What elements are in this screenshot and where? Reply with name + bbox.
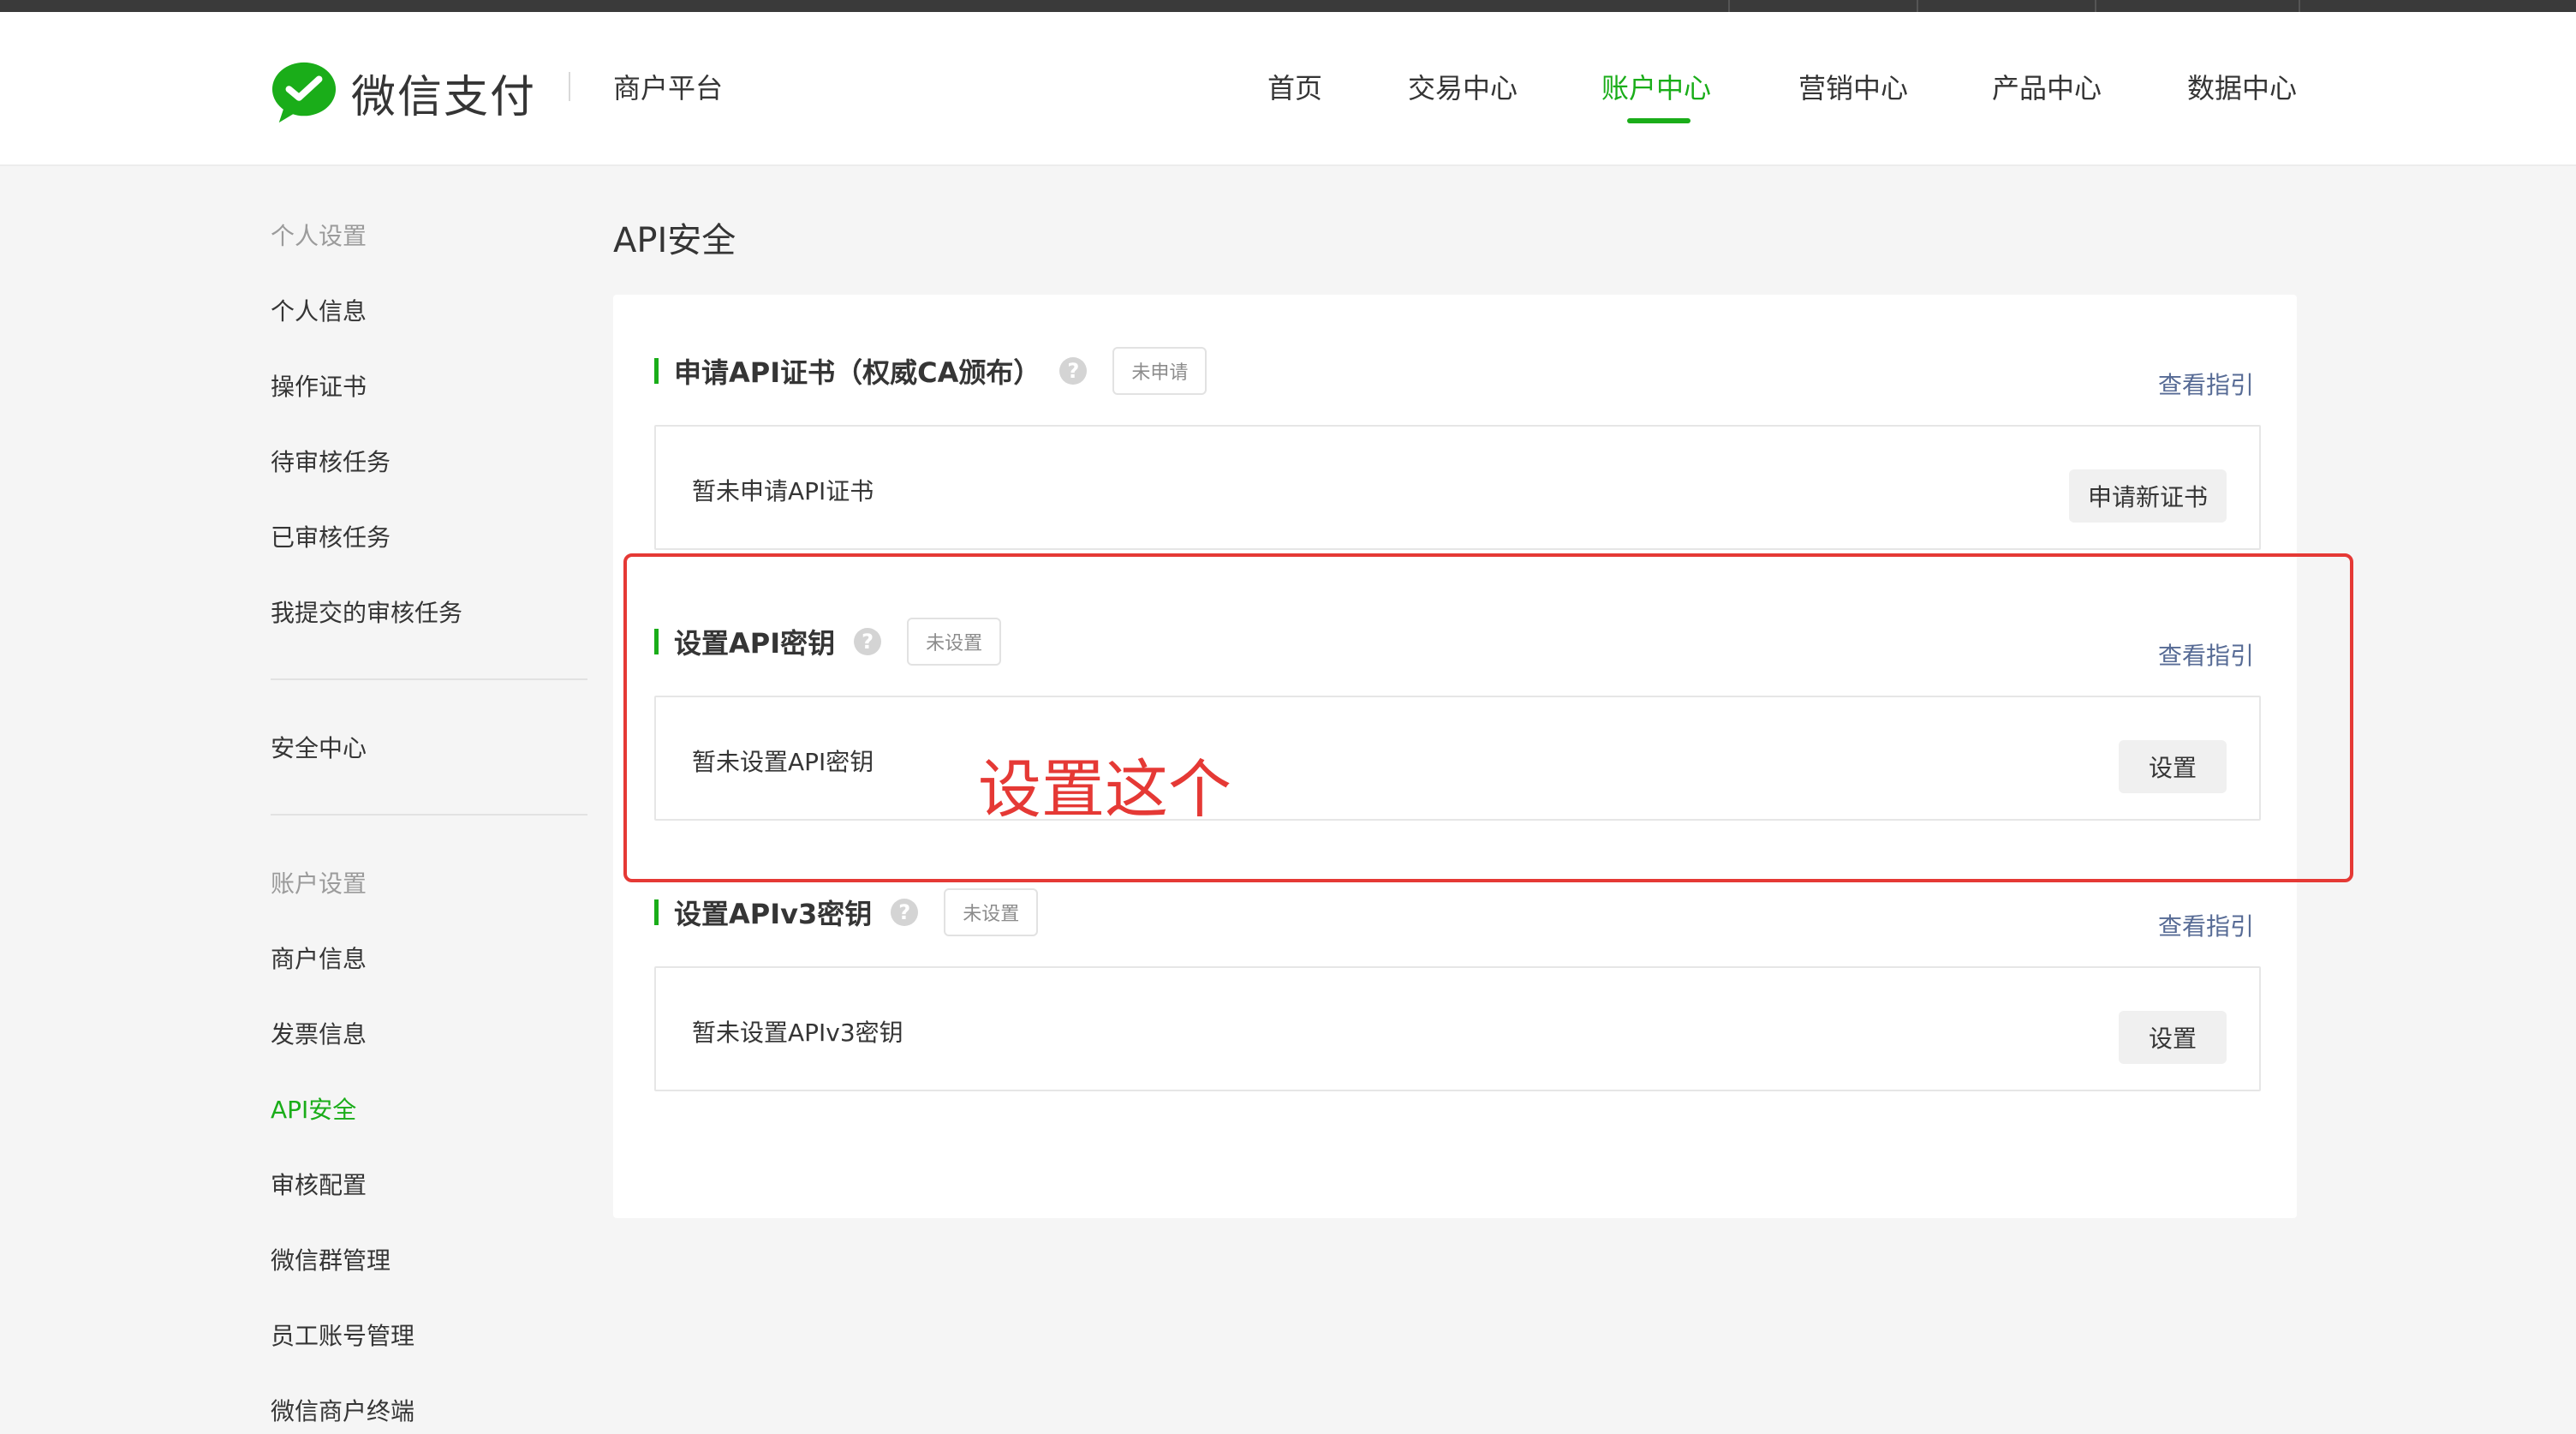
top-strip-divider [2095,0,2096,12]
status-badge: 未申请 [1112,347,1208,395]
sidebar-item-staff-accounts[interactable]: 员工账号管理 [271,1317,414,1352]
sidebar-group-account: 账户设置 [271,869,367,898]
sidebar-item-invoice-info[interactable]: 发票信息 [271,1016,367,1050]
nav-item-transactions[interactable]: 交易中心 [1408,67,1518,106]
api-cert-message: 暂未申请API证书 [692,477,874,505]
sidebar-divider [271,678,587,680]
page-title: API安全 [613,221,736,260]
nav-item-products[interactable]: 产品中心 [1992,67,2102,106]
api-cert-box: 暂未申请API证书 申请新证书 [654,425,2261,550]
apiv3-key-box: 暂未设置APIv3密钥 设置 [654,966,2261,1091]
top-strip-divider [1728,0,1730,12]
sidebar-item-wechat-group[interactable]: 微信群管理 [271,1242,391,1276]
status-badge: 未设置 [944,888,1039,936]
sidebar-item-review-config[interactable]: 审核配置 [271,1167,367,1201]
nav-active-indicator [1627,118,1690,123]
section-accent-bar [654,899,659,925]
sidebar-item-pending-review[interactable]: 待审核任务 [271,444,391,478]
apiv3-key-message: 暂未设置APIv3密钥 [692,1019,903,1047]
sidebar-item-security-center[interactable]: 安全中心 [271,730,367,764]
annotation-text: 设置这个 [978,753,1231,827]
sidebar-item-operation-cert[interactable]: 操作证书 [271,368,367,403]
section-header-api-cert: 申请API证书（权威CA颁布） ? 未申请 [654,347,1208,395]
annotation-highlight-box [623,553,2353,882]
view-guide-link[interactable]: 查看指引 [2158,908,2254,942]
set-apiv3-key-button[interactable]: 设置 [2119,1011,2227,1064]
sidebar-item-personal-info[interactable]: 个人信息 [271,293,367,327]
section-accent-bar [654,358,659,384]
nav-item-home[interactable]: 首页 [1267,67,1322,106]
sidebar-divider [271,814,587,816]
section-title: 设置APIv3密钥 [674,898,873,930]
question-circle-icon[interactable]: ? [1059,357,1088,385]
site-header: 微信支付 商户平台 首页 交易中心 账户中心 营销中心 产品中心 数据中心 [0,12,2576,166]
sidebar-item-api-security[interactable]: API安全 [271,1091,356,1126]
sidebar-item-merchant-terminal[interactable]: 微信商户终端 [271,1393,414,1427]
top-strip-divider [1917,0,1918,12]
apply-new-cert-button[interactable]: 申请新证书 [2069,469,2227,523]
question-circle-icon[interactable]: ? [891,899,919,926]
section-header-apiv3-key: 设置APIv3密钥 ? 未设置 [654,888,1039,936]
top-strip-divider [2299,0,2300,12]
browser-top-strip [0,0,2576,12]
nav-item-data[interactable]: 数据中心 [2187,67,2297,106]
sidebar-item-my-submitted[interactable]: 我提交的审核任务 [271,595,462,629]
main-nav: 首页 交易中心 账户中心 营销中心 产品中心 数据中心 [0,67,2576,118]
nav-item-account[interactable]: 账户中心 [1601,67,1711,106]
section-title: 申请API证书（权威CA颁布） [674,356,1041,389]
sidebar-item-merchant-info[interactable]: 商户信息 [271,941,367,975]
nav-item-marketing[interactable]: 营销中心 [1798,67,1908,106]
sidebar-group-personal: 个人设置 [271,222,367,250]
view-guide-link[interactable]: 查看指引 [2158,367,2254,401]
sidebar-item-reviewed[interactable]: 已审核任务 [271,519,391,553]
